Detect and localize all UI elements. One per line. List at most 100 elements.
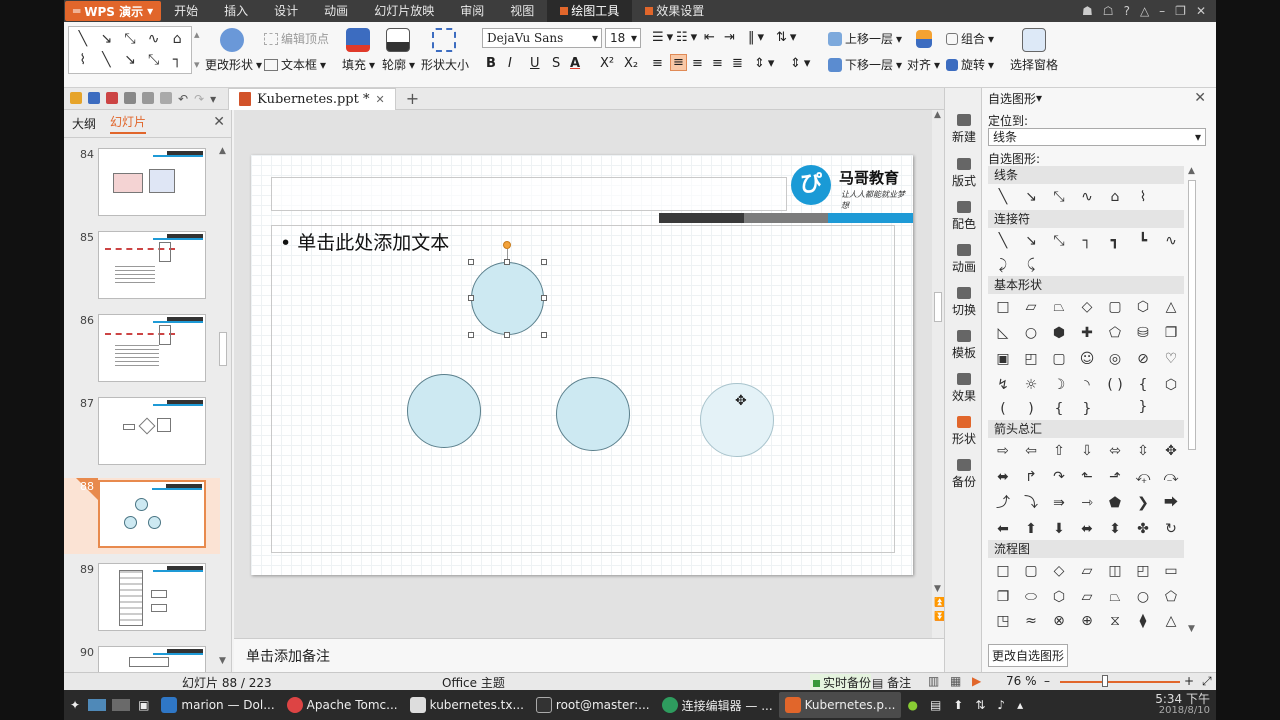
menu-slideshow[interactable]: 幻灯片放映 <box>361 0 447 22</box>
rotate-handle[interactable] <box>503 241 511 249</box>
subscript-icon[interactable]: X₂ <box>624 56 638 71</box>
oval-icon[interactable]: ○ <box>1020 322 1042 344</box>
skin-icon[interactable]: ☗ <box>1082 4 1093 18</box>
body-placeholder-text[interactable]: • 单击此处添加文本 <box>280 228 449 255</box>
folded-corner-icon[interactable]: ◰ <box>1020 348 1042 370</box>
elbow-arrow-connector-icon[interactable]: ┓ <box>1104 230 1126 252</box>
theme-name[interactable]: Office 主题 <box>442 674 505 690</box>
textbox-button[interactable]: 文本框 ▾ <box>264 56 326 73</box>
flowchart-alternate-process-icon[interactable]: ▢ <box>1020 560 1042 582</box>
bold-icon[interactable]: B <box>486 56 496 71</box>
menu-insert[interactable]: 插入 <box>211 0 261 22</box>
scroll-down-icon[interactable]: ▼ <box>219 656 226 666</box>
donut-icon[interactable]: ◎ <box>1104 348 1126 370</box>
right-bracket-icon[interactable]: ) <box>1020 398 1042 420</box>
left-right-up-arrow-icon[interactable]: ⬌ <box>992 466 1014 488</box>
distribute-button[interactable]: ≣ <box>732 56 743 71</box>
align-center-button[interactable]: ≡ <box>670 54 687 71</box>
export-pdf-icon[interactable] <box>106 91 118 104</box>
slide-thumbnail[interactable] <box>98 563 206 631</box>
flowchart-extract-icon[interactable]: △ <box>1160 610 1182 632</box>
shirt-icon[interactable]: ☖ <box>1103 4 1114 18</box>
menu-review[interactable]: 审阅 <box>447 0 497 22</box>
circle-shape-selected[interactable] <box>471 262 544 335</box>
left-right-arrow-icon[interactable]: ⬄ <box>1104 440 1126 462</box>
bullets-button[interactable]: ☰ ▾ <box>652 30 673 45</box>
document-tab[interactable]: Kubernetes.ppt * ✕ <box>228 87 396 110</box>
arrow-shape-icon[interactable]: ↘ <box>95 29 119 50</box>
quad-arrow-icon[interactable]: ✥ <box>1160 440 1182 462</box>
can-icon[interactable]: ⛁ <box>1132 322 1154 344</box>
sorter-view-icon[interactable]: ▦ <box>950 674 961 688</box>
slide-thumbnail[interactable] <box>98 148 206 216</box>
lightning-icon[interactable]: ↯ <box>992 374 1014 396</box>
taskbar-app-terminal[interactable]: root@master:... <box>530 692 656 718</box>
flowchart-offpage-connector-icon[interactable]: ⬠ <box>1160 586 1182 608</box>
gallery-more[interactable]: ▾ <box>194 58 200 71</box>
bent-arrow-icon[interactable]: ↱ <box>1020 466 1042 488</box>
group-button[interactable]: 组合 ▾ <box>946 30 994 47</box>
scribble-icon[interactable]: ⌇ <box>1132 186 1154 208</box>
notes-toggle[interactable]: ▤ 备注 <box>872 674 911 690</box>
cube-icon[interactable]: ❐ <box>1160 322 1182 344</box>
parallelogram-icon[interactable]: ▱ <box>1020 296 1042 318</box>
frame-icon[interactable]: ▢ <box>1048 348 1070 370</box>
minimize-icon[interactable]: – <box>1159 4 1165 18</box>
chevron-arrow-icon[interactable]: ❯ <box>1132 492 1154 514</box>
zoom-slider-handle[interactable] <box>1102 675 1108 687</box>
tab-outline[interactable]: 大纲 <box>72 115 96 132</box>
arrow-line-icon[interactable]: ↘ <box>1020 186 1042 208</box>
triangle-icon[interactable]: △ <box>1160 296 1182 318</box>
flowchart-document-icon[interactable]: ▭ <box>1160 560 1182 582</box>
outline-button[interactable]: 轮廓 ▾ <box>382 56 415 73</box>
flowchart-multidocument-icon[interactable]: ❐ <box>992 586 1014 608</box>
slide-thumbnail-current[interactable] <box>98 480 206 548</box>
resize-handle[interactable] <box>468 295 474 301</box>
connector-shape-icon[interactable]: ╲ <box>95 50 119 71</box>
menu-design[interactable]: 设计 <box>261 0 311 22</box>
flowchart-process-icon[interactable]: □ <box>992 560 1014 582</box>
line-icon[interactable]: ╲ <box>992 186 1014 208</box>
slideshow-view-icon[interactable]: ▶ <box>972 674 981 688</box>
superscript-icon[interactable]: X² <box>600 56 614 71</box>
maximize-icon[interactable]: ❐ <box>1175 4 1186 18</box>
paragraph-spacing-button[interactable]: ⇕ ▾ <box>790 56 810 71</box>
left-brace-icon[interactable]: { <box>1048 398 1070 420</box>
menu-view[interactable]: 视图 <box>497 0 547 22</box>
edit-points-button[interactable]: 编辑顶点 <box>264 30 329 47</box>
redo-icon[interactable]: ↷ <box>194 92 204 106</box>
bring-forward-button[interactable]: 上移一层 ▾ <box>828 30 902 47</box>
send-backward-button[interactable]: 下移一层 ▾ <box>828 56 902 73</box>
shape-quick-gallery[interactable]: ╲ ↘ ⤡ ∿ ⌂ ⌇ ╲ ↘ ⤡ ┐ <box>68 26 192 74</box>
curved-up-arrow-icon[interactable]: ⤴ <box>992 492 1014 514</box>
curved-double-arrow-connector-icon[interactable]: ⤹ <box>1020 254 1042 276</box>
scroll-up-icon[interactable]: ▲ <box>1188 166 1195 176</box>
launcher-icon[interactable]: ✦ <box>64 692 86 718</box>
slide-thumb-row[interactable]: 86 <box>64 312 220 388</box>
u-turn-arrow-icon[interactable]: ↷ <box>1048 466 1070 488</box>
curved-left-arrow-icon[interactable]: ⤼ <box>1160 466 1182 488</box>
tray-updates-icon[interactable]: ⬆ <box>947 692 969 718</box>
left-arrow-callout-icon[interactable]: ⬅ <box>992 518 1014 540</box>
curve-icon[interactable]: ∿ <box>1076 186 1098 208</box>
down-arrow-icon[interactable]: ⇩ <box>1076 440 1098 462</box>
zoom-level[interactable]: 76 % <box>1006 674 1037 688</box>
gallery-scrollbar[interactable]: ▲ ▼ <box>1186 166 1198 636</box>
tab-slides[interactable]: 幻灯片 <box>110 113 147 134</box>
scroll-thumb[interactable] <box>1188 180 1196 450</box>
indent-increase-button[interactable]: ⇥ <box>724 30 735 45</box>
sun-icon[interactable]: ☼ <box>1020 374 1042 396</box>
resize-handle[interactable] <box>541 259 547 265</box>
double-arrow-line-icon[interactable]: ⤡ <box>1048 186 1070 208</box>
arc-icon[interactable]: ◝ <box>1076 374 1098 396</box>
scroll-up-icon[interactable]: ▲ <box>934 110 941 120</box>
connector-double-shape-icon[interactable]: ⤡ <box>142 50 166 71</box>
font-size-select[interactable]: 18 ▾ <box>605 28 641 48</box>
flowchart-collate-icon[interactable]: ⧖ <box>1104 610 1126 632</box>
align-objects-button[interactable]: 对齐 ▾ <box>907 56 940 73</box>
flowchart-manual-operation-icon[interactable]: ⏢ <box>1104 586 1126 608</box>
rotate-button[interactable]: 旋转 ▾ <box>946 56 994 73</box>
resize-handle[interactable] <box>541 295 547 301</box>
task-transition[interactable]: 切换 <box>945 287 983 318</box>
diamond-icon[interactable]: ◇ <box>1076 296 1098 318</box>
